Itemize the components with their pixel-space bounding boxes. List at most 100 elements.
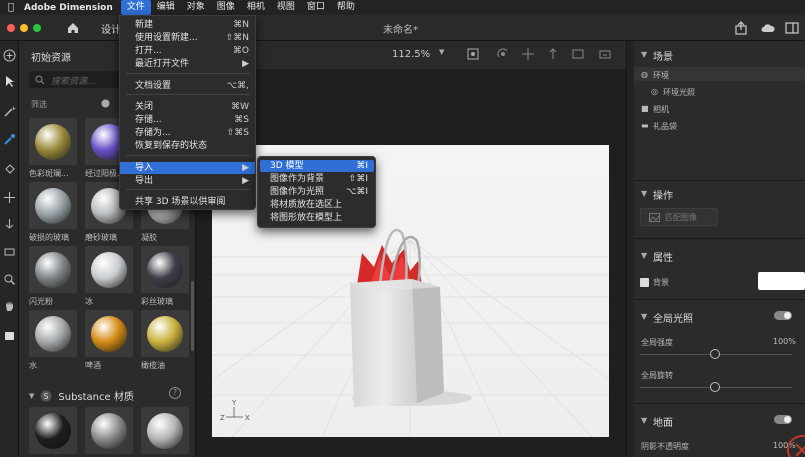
menu-item-shortcut: ▶	[242, 176, 249, 186]
share-icon[interactable]	[733, 20, 749, 36]
scene-item-environment[interactable]: 环境	[653, 70, 669, 81]
camera-pan-icon[interactable]	[521, 47, 535, 61]
camera-bookmark-icon[interactable]	[571, 47, 585, 61]
section-divider	[634, 238, 805, 239]
file-menu-item[interactable]: 打开... ⌘O	[120, 45, 255, 57]
close-window-button[interactable]	[7, 24, 15, 32]
menu-view[interactable]: 视图	[271, 0, 301, 15]
cloud-icon[interactable]	[760, 20, 776, 36]
zoom-window-button[interactable]	[33, 24, 41, 32]
add-icon[interactable]	[3, 49, 16, 62]
file-menu-item[interactable]: 新建 ⌘N	[120, 19, 255, 31]
menu-item-label: 图像作为背景	[270, 174, 325, 184]
material-sphere	[35, 123, 71, 160]
menu-item-label: 使用设置新建...	[135, 33, 198, 43]
axis-y-label: Y	[231, 399, 237, 407]
zoom-dropdown-icon[interactable]: ▼	[439, 48, 444, 56]
collapse-chevron-icon[interactable]: ▼	[641, 312, 647, 321]
material-tile[interactable]: 冰	[85, 246, 135, 307]
select-tool-icon[interactable]	[3, 75, 16, 88]
background-checkbox[interactable]	[640, 278, 649, 287]
file-menu-item[interactable]: 恢复到保存的状态	[120, 140, 255, 152]
camera-dolly-icon[interactable]	[546, 47, 560, 61]
magic-wand-icon[interactable]	[3, 105, 16, 118]
fit-view-icon[interactable]	[466, 47, 480, 61]
zoom-tool-icon[interactable]	[3, 273, 16, 286]
import-submenu-item[interactable]: 将材质放在选区上	[260, 199, 374, 211]
close-icon[interactable]	[782, 430, 805, 457]
eyedropper-icon[interactable]	[3, 133, 16, 146]
ground-toggle[interactable]	[774, 415, 792, 424]
scene-item-gift-bag[interactable]: 礼品袋	[653, 121, 677, 132]
svg-text:S: S	[44, 392, 49, 401]
file-menu-item[interactable]: 共享 3D 场景以供审阅	[120, 196, 255, 208]
camera-orbit-icon[interactable]	[496, 47, 510, 61]
menu-object[interactable]: 对象	[181, 0, 211, 15]
camera-tool-icon[interactable]	[3, 329, 16, 342]
material-tile[interactable]: 彩丝玻璃	[141, 246, 191, 307]
file-menu-item[interactable]: 使用设置新建... ⇧⌘N	[120, 32, 255, 44]
minimize-window-button[interactable]	[20, 24, 28, 32]
file-menu-item[interactable]: 导入 ▶	[120, 162, 255, 174]
help-icon[interactable]: ?	[169, 387, 181, 399]
file-menu-item[interactable]: 文档设置 ⌥⌘,	[120, 80, 255, 92]
panel-toggle-icon[interactable]	[784, 20, 800, 36]
home-icon[interactable]	[66, 21, 80, 35]
global-light-toggle[interactable]	[774, 311, 792, 320]
material-sphere	[147, 251, 183, 288]
scene-item-environment-light[interactable]: 环境光照	[663, 87, 695, 98]
material-tile[interactable]: 闪光粉	[29, 246, 79, 307]
file-menu-dropdown: 新建 ⌘N 使用设置新建... ⇧⌘N 打开... ⌘O 最近打开文件 ▶ 文档设置 ⌥⌘, 关闭 ⌘…	[119, 15, 256, 210]
axis-z-label: Z	[220, 414, 225, 422]
app-name-menu[interactable]: Adobe Dimension	[22, 3, 121, 13]
file-menu-item[interactable]: 导出 ▶	[120, 175, 255, 187]
filter-label[interactable]: 筛选	[31, 99, 47, 110]
scene-item-camera[interactable]: 相机	[653, 104, 669, 115]
menu-image[interactable]: 图像	[211, 0, 241, 15]
apple-icon[interactable]: 	[0, 2, 22, 13]
file-menu-item[interactable]: 存储为... ⇧⌘S	[120, 127, 255, 139]
menu-window[interactable]: 窗口	[301, 0, 331, 15]
substance-section-header[interactable]: ▼ S Substance 材质	[29, 388, 134, 403]
import-submenu-item[interactable]: 图像作为背景 ⇧⌘I	[260, 173, 374, 185]
match-image-button[interactable]: 匹配图像	[640, 208, 718, 226]
hand-tool-icon[interactable]	[3, 299, 16, 312]
background-color-swatch[interactable]	[758, 272, 805, 290]
material-tile[interactable]: 啤酒	[85, 310, 135, 371]
substance-material-tile[interactable]	[29, 407, 77, 454]
move-tool-icon[interactable]	[3, 191, 16, 204]
menu-file[interactable]: 文件	[120, 0, 151, 15]
tab-design[interactable]: 设计	[101, 21, 121, 36]
filter-toggle-icon[interactable]	[101, 99, 110, 108]
collapse-chevron-icon[interactable]: ▼	[641, 189, 647, 198]
menu-edit[interactable]: 编辑	[151, 0, 181, 15]
material-tile[interactable]: 水	[29, 310, 79, 371]
assets-scrollbar[interactable]	[191, 281, 194, 351]
file-menu-item[interactable]: 存储... ⌘S	[120, 114, 255, 126]
substance-material-tile[interactable]	[85, 407, 133, 454]
material-tile[interactable]: 橄榄油	[141, 310, 191, 371]
material-label: 色彩斑斓...	[29, 169, 69, 178]
zoom-level[interactable]: 112.5%	[392, 49, 430, 60]
material-tile[interactable]: 破损的玻璃	[29, 182, 79, 243]
paint-bucket-icon[interactable]	[3, 163, 16, 176]
material-tile[interactable]: 色彩斑斓...	[29, 118, 79, 179]
global-rotation-slider[interactable]	[710, 382, 720, 392]
collapse-chevron-icon[interactable]: ▼	[641, 251, 647, 260]
file-menu-item[interactable]: 最近打开文件 ▶	[120, 58, 255, 70]
menu-camera[interactable]: 相机	[241, 0, 271, 15]
import-submenu-item[interactable]: 将图形放在模型上	[260, 212, 374, 224]
global-intensity-slider[interactable]	[710, 349, 720, 359]
collapse-chevron-icon[interactable]: ▼	[641, 50, 647, 59]
global-intensity-value[interactable]: 100%	[773, 337, 796, 346]
menu-item-label: 关闭	[135, 102, 154, 112]
import-submenu-item[interactable]: 3D 模型 ⌘I	[260, 160, 374, 172]
menu-help[interactable]: 帮助	[331, 0, 361, 15]
substance-material-tile[interactable]	[141, 407, 189, 454]
import-submenu-item[interactable]: 图像作为光照 ⌥⌘I	[260, 186, 374, 198]
rotate-tool-icon[interactable]	[3, 217, 16, 230]
file-menu-item[interactable]: 关闭 ⌘W	[120, 101, 255, 113]
collapse-chevron-icon[interactable]: ▼	[641, 416, 647, 425]
scale-tool-icon[interactable]	[3, 245, 16, 258]
render-preview-icon[interactable]	[598, 47, 612, 61]
